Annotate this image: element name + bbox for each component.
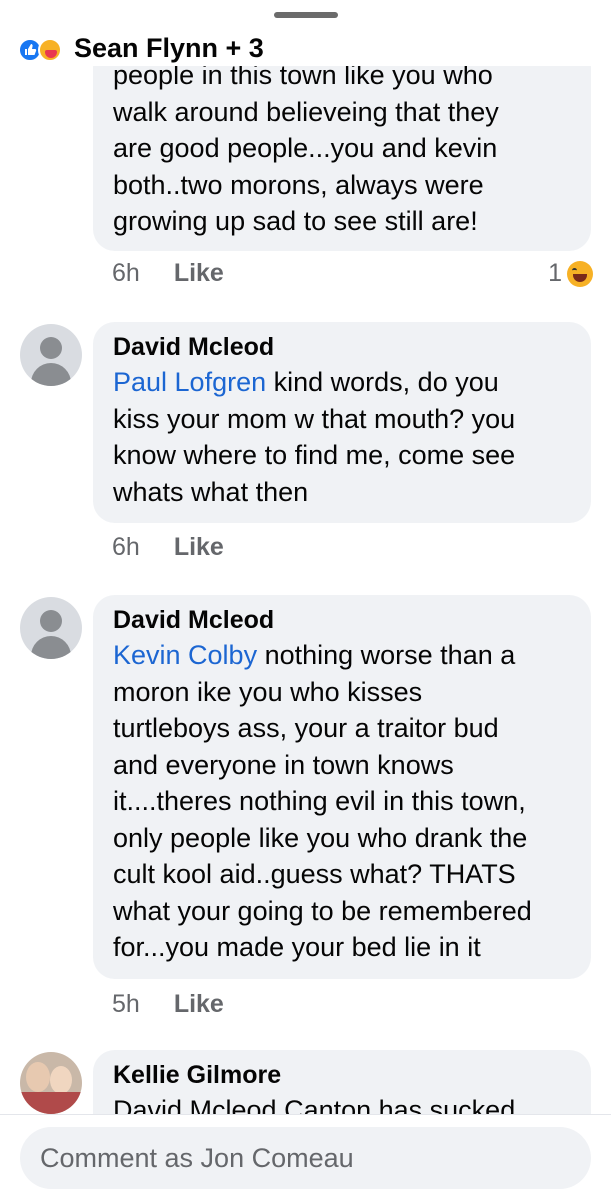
- avatar[interactable]: [20, 597, 82, 659]
- reactions-header[interactable]: Sean Flynn + 3: [18, 30, 598, 66]
- comment-list[interactable]: people in this town like you who walk ar…: [0, 66, 611, 1114]
- haha-reaction-icon: [567, 260, 593, 287]
- reaction-count-number: 1: [548, 259, 562, 287]
- comment-line: growing up sad to see still are!: [113, 206, 478, 236]
- comment-text: Kevin Colby nothing worse than a moron i…: [113, 637, 571, 966]
- mention-link[interactable]: Kevin Colby: [113, 640, 257, 670]
- avatar[interactable]: [20, 324, 82, 386]
- comment-line: moron ike you who kisses: [113, 676, 423, 707]
- comment-actions: 6h Like: [112, 259, 224, 288]
- avatar[interactable]: [20, 1052, 82, 1114]
- comment-text: people in this town like you who walk ar…: [113, 66, 571, 240]
- comment-author[interactable]: David Mcleod: [113, 330, 571, 364]
- comment-author[interactable]: Kellie Gilmore: [113, 1058, 571, 1092]
- comment-line: know where to find me, come see: [113, 440, 516, 470]
- reaction-icons: [18, 34, 70, 62]
- comment-actions: 6h Like: [112, 533, 224, 562]
- like-button[interactable]: Like: [174, 533, 224, 562]
- like-button[interactable]: Like: [174, 990, 224, 1019]
- comment-line: are good people...you and kevin: [113, 133, 498, 163]
- comment-line: what your going to be remembered: [113, 895, 532, 926]
- comment-line: and everyone in town knows: [113, 749, 454, 780]
- comment-line: people in this town like you who: [113, 66, 493, 90]
- comment-time: 5h: [112, 990, 140, 1018]
- comment-line: walk around believeing that they: [113, 96, 499, 127]
- comment-line: turtleboys ass, your a traitor bud: [113, 713, 499, 743]
- composer-bar: Comment as Jon Comeau: [0, 1114, 611, 1200]
- comment-line: only people like you who drank the: [113, 822, 528, 853]
- comment-line: David Mcleod Canton has sucked: [113, 1095, 516, 1114]
- comment-bubble[interactable]: Kellie Gilmore David Mcleod Canton has s…: [93, 1050, 591, 1114]
- comment-text: Paul Lofgren kind words, do you kiss you…: [113, 364, 571, 510]
- comment-line: cult kool aid..guess what? THATS: [113, 859, 516, 889]
- comment-line: for...you made your bed lie in it: [113, 932, 481, 962]
- comment-bubble[interactable]: people in this town like you who walk ar…: [93, 66, 591, 251]
- comment-text: David Mcleod Canton has sucked: [113, 1092, 571, 1114]
- comment-time: 6h: [112, 533, 140, 561]
- comment-text-segment: kind words, do you: [266, 367, 499, 397]
- comment-actions: 5h Like: [112, 990, 224, 1019]
- comment-bubble[interactable]: David Mcleod Paul Lofgren kind words, do…: [93, 322, 591, 523]
- comment-line: whats what then: [113, 476, 309, 507]
- like-button[interactable]: Like: [174, 259, 224, 288]
- comment-line: Kevin Colby nothing worse than a: [113, 637, 571, 674]
- comment-bubble[interactable]: David Mcleod Kevin Colby nothing worse t…: [93, 595, 591, 979]
- comment-line: both..two morons, always were: [113, 169, 484, 200]
- comment-time: 6h: [112, 259, 140, 287]
- comment-line: it....theres nothing evil in this town,: [113, 786, 526, 816]
- comment-author[interactable]: David Mcleod: [113, 603, 571, 637]
- reactions-title: Sean Flynn + 3: [74, 32, 264, 63]
- comment-input[interactable]: Comment as Jon Comeau: [20, 1127, 591, 1189]
- comment-line: Paul Lofgren kind words, do you: [113, 364, 571, 401]
- reaction-count[interactable]: 1: [548, 259, 593, 288]
- comment-text-segment: nothing worse than a: [257, 640, 516, 670]
- care-reaction-icon: [38, 38, 62, 62]
- drag-handle[interactable]: [274, 12, 338, 18]
- mention-link[interactable]: Paul Lofgren: [113, 367, 266, 397]
- comment-line: kiss your mom w that mouth? you: [113, 403, 516, 434]
